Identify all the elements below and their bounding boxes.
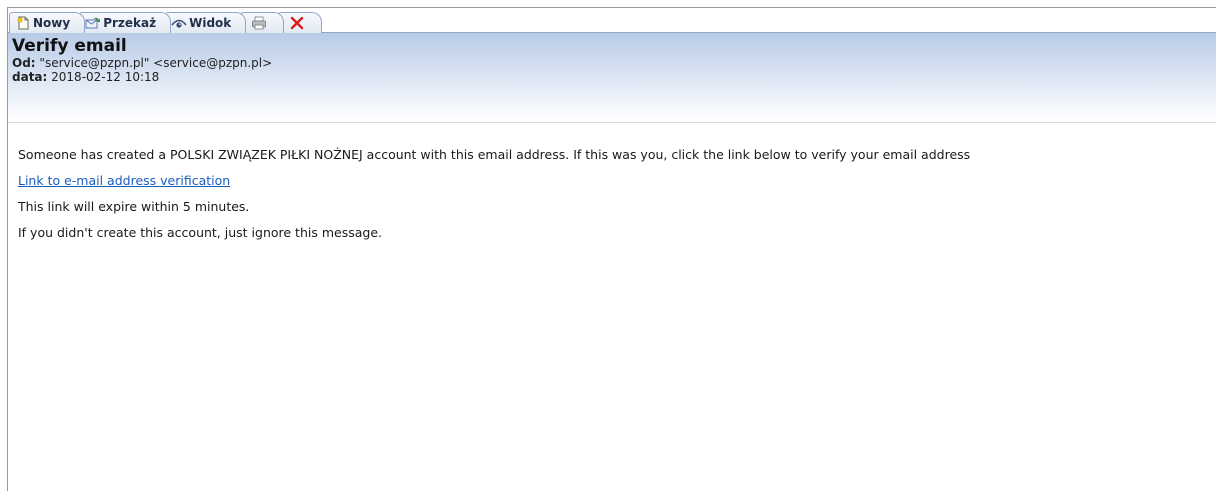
email-viewer-window: Nowy Przekaż Widok Verify email Od: "ser… (7, 7, 1216, 491)
view-button-label: Widok (189, 16, 232, 30)
body-paragraph-expiry: This link will expire within 5 minutes. (18, 199, 250, 214)
print-button[interactable] (240, 12, 285, 33)
new-document-icon (15, 15, 31, 31)
forward-button-label: Przekaż (103, 16, 157, 30)
message-body: Someone has created a POLSKI ZWIĄZEK PIŁ… (8, 123, 1216, 240)
message-date-line: data: 2018-02-12 10:18 (12, 70, 1216, 84)
body-paragraph-link: Link to e-mail address verification (18, 174, 1216, 188)
date-label: data: (12, 70, 48, 84)
verification-link[interactable]: Link to e-mail address verification (18, 173, 230, 188)
from-value: "service@pzpn.pl" <service@pzpn.pl> (39, 56, 273, 70)
view-button[interactable]: Widok (165, 12, 247, 33)
toolbar-tabs: Nowy Przekaż Widok (8, 11, 323, 33)
from-label: Od: (12, 56, 36, 70)
body-paragraph-intro: Someone has created a POLSKI ZWIĄZEK PIŁ… (18, 147, 971, 162)
close-x-icon (289, 15, 305, 31)
forward-button[interactable]: Przekaż (79, 12, 172, 33)
forward-icon (85, 15, 101, 31)
message-header: Verify email Od: "service@pzpn.pl" <serv… (8, 33, 1216, 123)
message-from-line: Od: "service@pzpn.pl" <service@pzpn.pl> (12, 56, 1216, 70)
message-subject: Verify email (12, 36, 127, 56)
new-button-label: Nowy (33, 16, 71, 30)
eye-icon (171, 15, 187, 31)
date-value: 2018-02-12 10:18 (51, 70, 160, 84)
body-paragraph-ignore: If you didn't create this account, just … (18, 225, 382, 240)
printer-icon (251, 15, 267, 31)
toolbar: Nowy Przekaż Widok (8, 8, 1216, 33)
new-button[interactable]: Nowy (9, 12, 86, 33)
delete-button[interactable] (278, 12, 323, 33)
